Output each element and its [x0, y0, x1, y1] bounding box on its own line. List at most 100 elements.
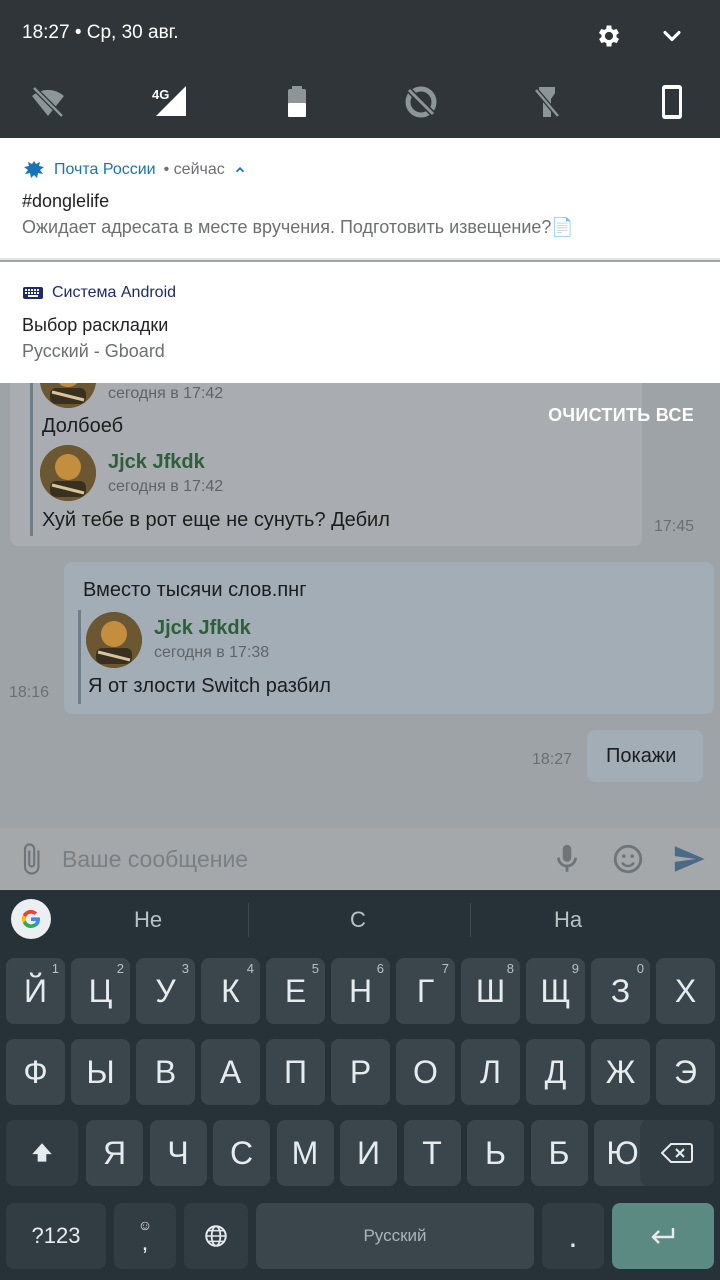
enter-key[interactable] [612, 1203, 714, 1269]
emoji-comma-key[interactable]: ☺ , [114, 1203, 176, 1269]
symbols-key[interactable]: ?123 [6, 1203, 106, 1269]
flashlight-icon[interactable] [527, 82, 567, 122]
quote-author-name[interactable]: Jjck Jfkdk [108, 451, 205, 474]
phone-icon[interactable] [652, 82, 692, 122]
language-key[interactable] [184, 1203, 248, 1269]
key-label: С [229, 1134, 254, 1171]
notification-pochta[interactable]: Почта России • сейчас #donglelife Ожидае… [0, 138, 720, 260]
key-r1-9[interactable]: З0 [591, 958, 650, 1024]
key-label: Г [416, 972, 435, 1009]
quote-author-name[interactable]: Jjck Jfkdk [154, 617, 251, 640]
send-icon[interactable] [672, 842, 706, 876]
key-number-hint: 3 [181, 961, 189, 976]
key-r1-8[interactable]: Щ9 [526, 958, 585, 1024]
key-r2-7[interactable]: Л [461, 1039, 520, 1105]
wifi-off-icon[interactable] [28, 82, 68, 122]
key-r3-7[interactable]: Б [530, 1120, 588, 1186]
key-r1-7[interactable]: Ш8 [461, 958, 520, 1024]
key-label: Р [349, 1053, 372, 1090]
chevron-up-icon[interactable] [233, 163, 247, 177]
key-label: М [291, 1134, 319, 1171]
key-r1-1[interactable]: Ц2 [71, 958, 130, 1024]
key-r2-3[interactable]: А [201, 1039, 260, 1105]
quote-timestamp: сегодня в 17:42 [108, 478, 224, 495]
key-r3-2[interactable]: С [213, 1120, 270, 1186]
key-number-hint: 5 [311, 961, 319, 976]
key-r1-5[interactable]: Н6 [331, 958, 390, 1024]
clear-all-button[interactable]: ОЧИСТИТЬ ВСЕ [548, 405, 694, 426]
chevron-down-icon[interactable] [658, 22, 686, 50]
key-r2-0[interactable]: Ф [6, 1039, 65, 1105]
key-r3-1[interactable]: Ч [149, 1120, 207, 1186]
key-number-hint: 4 [246, 961, 254, 976]
notification-title: #donglelife [22, 191, 110, 211]
attach-icon[interactable] [14, 842, 48, 876]
key-r3-3[interactable]: М [276, 1120, 334, 1186]
key-r2-5[interactable]: Р [331, 1039, 390, 1105]
data-saver-icon[interactable] [401, 82, 441, 122]
key-r1-0[interactable]: Й1 [6, 958, 65, 1024]
suggestion-divider [470, 903, 471, 937]
message-text: Покажи [606, 745, 677, 767]
google-icon[interactable] [11, 899, 51, 939]
key-r2-6[interactable]: О [396, 1039, 455, 1105]
notification-title: Выбор раскладки [22, 315, 169, 335]
key-r3-4[interactable]: И [340, 1120, 397, 1186]
key-label: П [284, 1053, 307, 1090]
emoji-icon[interactable] [611, 842, 645, 876]
key-r1-10[interactable]: Х [656, 958, 715, 1024]
message-time: 18:16 [9, 684, 50, 701]
key-r2-10[interactable]: Э [656, 1039, 715, 1105]
key-label: Ю [606, 1134, 639, 1171]
key-label: А [219, 1053, 242, 1090]
key-label: Ы [86, 1053, 115, 1090]
key-r2-1[interactable]: Ы [71, 1039, 130, 1105]
key-r3-6[interactable]: Ь [467, 1120, 524, 1186]
microphone-icon[interactable] [550, 842, 584, 876]
key-r1-4[interactable]: Е5 [266, 958, 325, 1024]
suggestion-item[interactable]: Не [88, 907, 208, 933]
battery-icon[interactable] [277, 82, 317, 122]
message-time: 17:45 [654, 518, 695, 535]
shift-key[interactable] [6, 1120, 78, 1186]
key-r3-5[interactable]: Т [403, 1120, 461, 1186]
space-key[interactable]: Русский [256, 1203, 534, 1269]
key-number-hint: 0 [636, 961, 644, 976]
suggestion-item[interactable]: С [298, 907, 418, 933]
key-label: Б [548, 1134, 570, 1171]
key-r3-0[interactable]: Я [86, 1120, 143, 1186]
notification-header: Система Android [22, 284, 176, 302]
key-r2-8[interactable]: Д [526, 1039, 585, 1105]
key-r1-6[interactable]: Г7 [396, 958, 455, 1024]
key-label: Й [24, 972, 47, 1009]
message-text: Вместо тысячи слов.пнг [83, 579, 307, 601]
key-r2-4[interactable]: П [266, 1039, 325, 1105]
suggestion-item[interactable]: На [508, 907, 628, 933]
avatar[interactable] [86, 612, 142, 668]
key-label: Л [480, 1053, 501, 1090]
gear-icon[interactable] [595, 22, 623, 50]
notification-app-name: Почта России [54, 161, 156, 178]
message-time: 18:27 [532, 751, 573, 768]
message-input[interactable]: Ваше сообщение [62, 846, 248, 873]
keyboard: Не С На Й1Ц2У3К4Е5Н6Г7Ш8Щ9З0Х ФЫВАПРОЛДЖ… [0, 891, 720, 1280]
key-r1-3[interactable]: К4 [201, 958, 260, 1024]
forwarded-quote [78, 610, 81, 704]
key-label: З [610, 972, 631, 1009]
quote-timestamp: сегодня в 17:38 [154, 644, 270, 661]
avatar[interactable] [40, 445, 96, 501]
forwarded-quote [30, 446, 33, 536]
period-key[interactable]: . [542, 1203, 604, 1269]
eagle-icon [24, 161, 44, 178]
key-label: Д [544, 1053, 567, 1090]
backspace-key[interactable] [640, 1120, 714, 1186]
notification-android-system[interactable]: Система Android Выбор раскладки Русский … [0, 262, 720, 383]
key-label: К [221, 972, 240, 1009]
key-label: Ф [23, 1053, 48, 1090]
key-r1-2[interactable]: У3 [136, 958, 195, 1024]
key-r2-2[interactable]: В [136, 1039, 195, 1105]
key-r2-9[interactable]: Ж [591, 1039, 650, 1105]
key-label: Х [674, 972, 697, 1009]
mobile-signal-icon[interactable]: 4G [150, 82, 190, 122]
key-label: У [155, 972, 176, 1009]
